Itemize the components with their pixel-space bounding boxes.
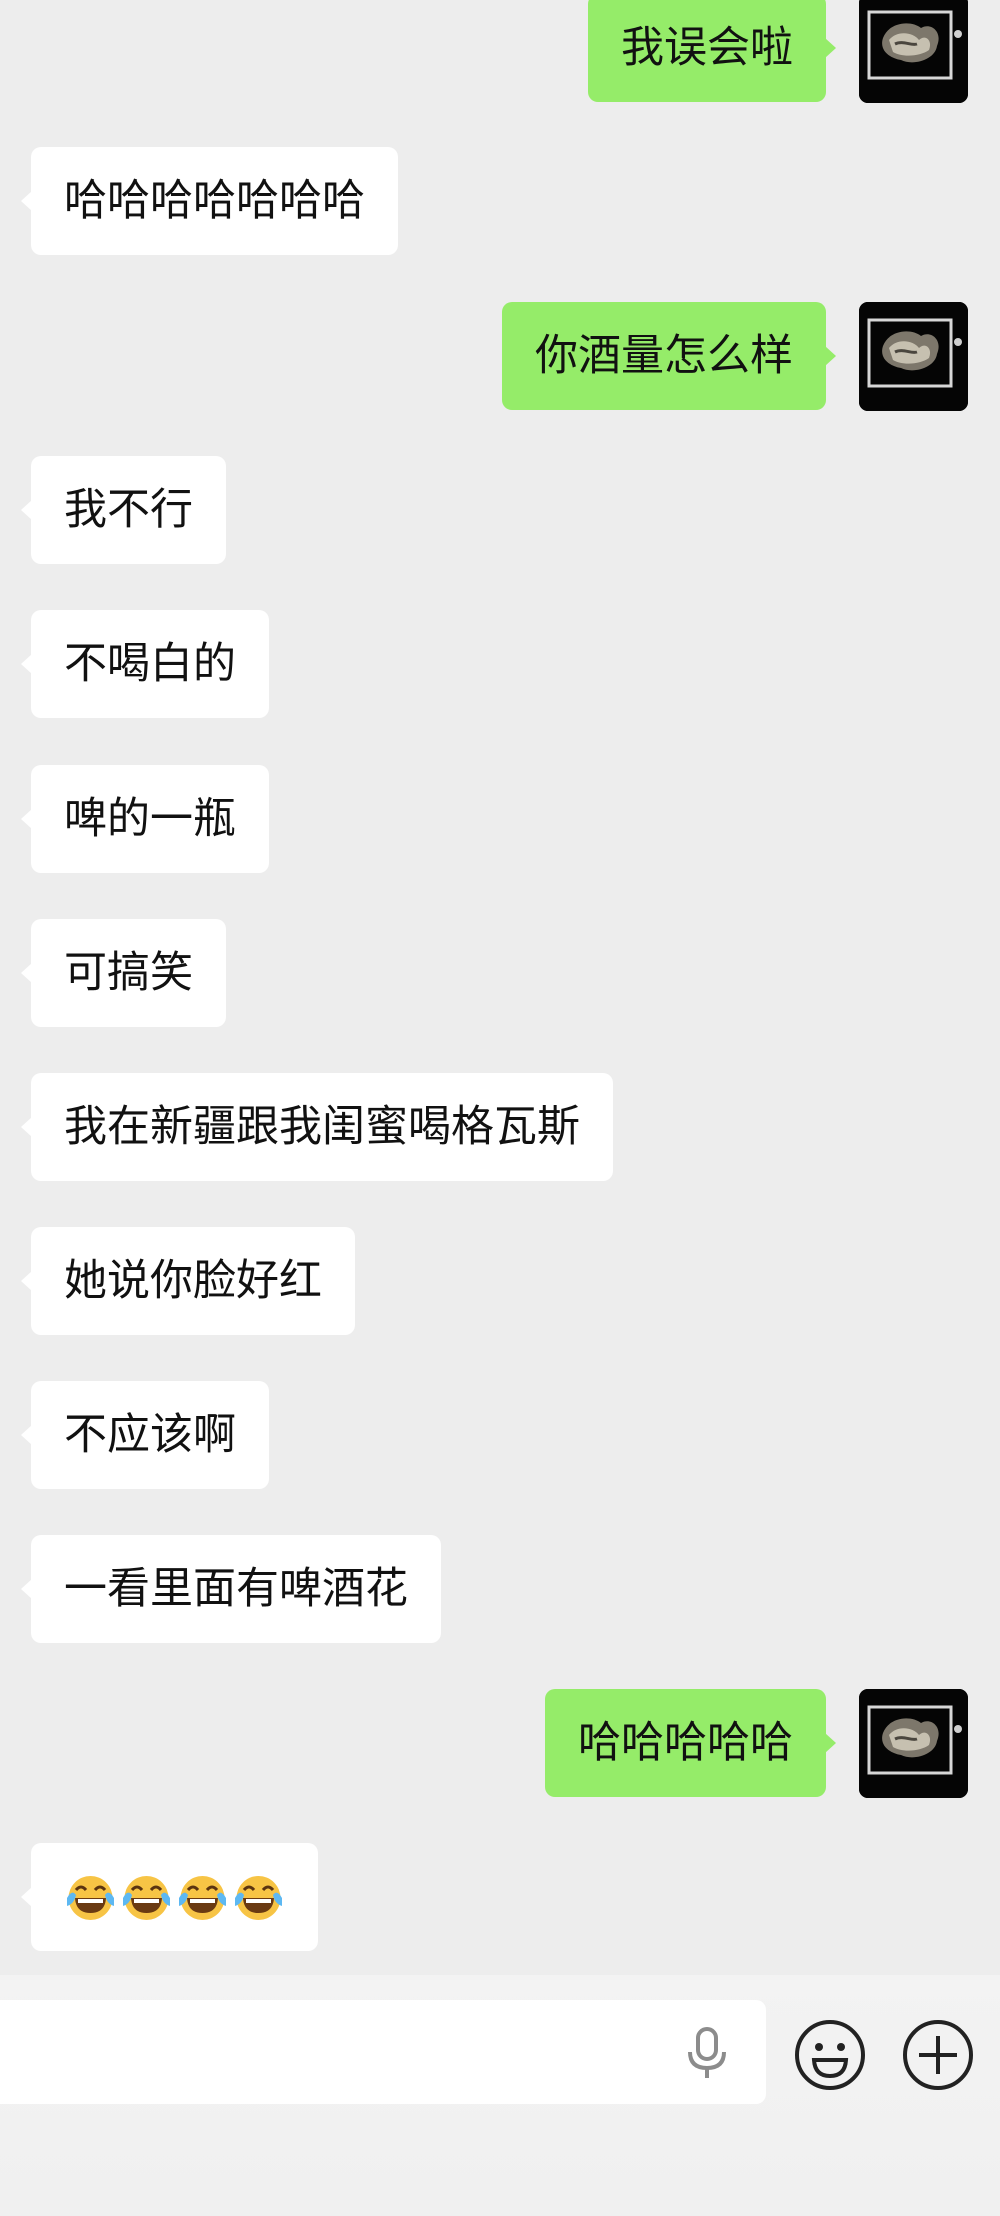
tears-of-joy-emoji (179, 1875, 226, 1920)
avatar[interactable] (859, 1689, 968, 1798)
message-bubble[interactable]: 可搞笑 (21, 919, 226, 1027)
message-bubble[interactable]: 不应该啊 (21, 1381, 269, 1489)
emoji-button[interactable] (793, 2018, 867, 2092)
smiley-face-icon (795, 2020, 865, 2090)
emoji-row (64, 1871, 285, 1924)
message-bubble[interactable]: 一看里面有啤酒花 (21, 1535, 441, 1643)
avatar-image (859, 0, 968, 103)
message-bubble[interactable]: 我不行 (21, 456, 226, 564)
message-bubble[interactable]: 不喝白的 (21, 610, 269, 718)
plus-circle-icon (903, 2020, 973, 2090)
tears-of-joy-emoji (123, 1875, 170, 1920)
voice-input-button[interactable] (682, 2025, 732, 2081)
chat-message-list[interactable]: 我误会啦 哈哈哈哈哈哈哈 你酒量怎么样 我不行 不喝白的 啤的一瓶 可搞笑 我在… (0, 0, 1000, 1975)
avatar-image (859, 302, 968, 411)
message-bubble[interactable]: 我在新疆跟我闺蜜喝格瓦斯 (21, 1073, 613, 1181)
message-bubble[interactable]: 哈哈哈哈哈 (545, 1689, 836, 1797)
more-options-button[interactable] (901, 2018, 975, 2092)
message-bubble[interactable] (21, 1843, 318, 1951)
avatar[interactable] (859, 0, 968, 103)
avatar[interactable] (859, 302, 968, 411)
message-bubble[interactable]: 你酒量怎么样 (502, 302, 836, 410)
message-bubble[interactable]: 哈哈哈哈哈哈哈 (21, 147, 398, 255)
chat-input-bar (0, 1975, 1000, 2216)
microphone-icon (688, 2027, 726, 2078)
message-bubble[interactable]: 她说你脸好红 (21, 1227, 355, 1335)
message-bubble[interactable]: 我误会啦 (588, 0, 836, 102)
avatar-image (859, 1689, 968, 1798)
message-bubble[interactable]: 啤的一瓶 (21, 765, 269, 873)
tears-of-joy-emoji (67, 1875, 114, 1920)
message-input[interactable] (0, 2000, 766, 2104)
tears-of-joy-emoji (235, 1875, 282, 1920)
